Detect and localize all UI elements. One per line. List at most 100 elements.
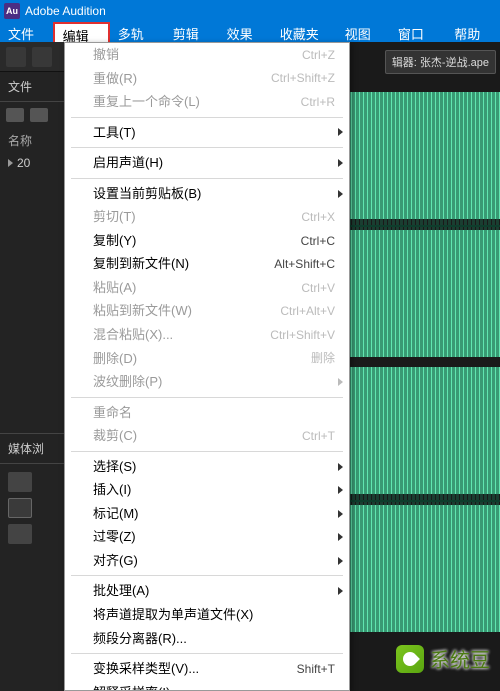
- menu-item[interactable]: 启用声道(H): [65, 151, 349, 175]
- titlebar: Au Adobe Audition: [0, 0, 500, 22]
- menu-item-shortcut: Ctrl+C: [301, 233, 335, 249]
- menu-item-shortcut: 删除: [311, 350, 335, 366]
- menu-item-label: 重复上一个命令(L): [93, 93, 200, 111]
- submenu-caret-icon: [338, 128, 343, 136]
- submenu-caret-icon: [338, 190, 343, 198]
- menu-收藏夹[interactable]: 收藏夹(R): [272, 22, 337, 42]
- menu-separator: [71, 451, 343, 452]
- menu-item-label: 对齐(G): [93, 552, 138, 570]
- app-icon: Au: [4, 3, 20, 19]
- menu-item[interactable]: 设置当前剪贴板(B): [65, 182, 349, 206]
- menu-帮助[interactable]: 帮助(H): [446, 22, 500, 42]
- multitrack-tool-icon[interactable]: [32, 47, 52, 67]
- menu-item[interactable]: 复制到新文件(N) Alt+Shift+C: [65, 252, 349, 276]
- file-tree-item[interactable]: 20: [0, 153, 64, 173]
- menu-item-shortcut: Ctrl+Z: [302, 47, 335, 63]
- submenu-caret-icon: [338, 159, 343, 167]
- submenu-caret-icon: [338, 557, 343, 565]
- menu-item-shortcut: Ctrl+Alt+V: [280, 303, 335, 319]
- body-area: 辑器: 张杰-逆战.ape 文件 名称 20 媒体浏 撤销Ctrl+Z重做: [0, 42, 500, 691]
- menu-item[interactable]: 过零(Z): [65, 525, 349, 549]
- menu-separator: [71, 178, 343, 179]
- open-file-icon[interactable]: [6, 108, 24, 122]
- menu-item[interactable]: 对齐(G): [65, 549, 349, 573]
- menu-item-label: 标记(M): [93, 505, 139, 523]
- menu-item-label: 复制(Y): [93, 232, 136, 250]
- editor-filename-tab[interactable]: 辑器: 张杰-逆战.ape: [385, 50, 496, 74]
- menu-剪辑[interactable]: 剪辑(C): [165, 22, 219, 42]
- files-panel-tab[interactable]: 文件: [0, 72, 64, 102]
- files-panel-toolbar: [0, 102, 64, 128]
- drive-icon[interactable]: [8, 524, 32, 544]
- menu-item-label: 重命名: [93, 404, 132, 422]
- watermark-logo-icon: [396, 645, 424, 673]
- menu-item: 粘贴(A)Ctrl+V: [65, 276, 349, 300]
- menu-item-label: 将声道提取为单声道文件(X): [93, 606, 253, 624]
- menu-item: 粘贴到新文件(W)Ctrl+Alt+V: [65, 299, 349, 323]
- menu-item-shortcut: Ctrl+X: [301, 209, 335, 225]
- menu-item-label: 复制到新文件(N): [93, 255, 189, 273]
- menu-separator: [71, 397, 343, 398]
- menu-item-label: 批处理(A): [93, 582, 149, 600]
- menu-item[interactable]: 复制(Y) Ctrl+C: [65, 229, 349, 253]
- menu-item-label: 裁剪(C): [93, 427, 137, 445]
- waveform-display[interactable]: [350, 92, 500, 632]
- submenu-caret-icon: [338, 533, 343, 541]
- menu-item[interactable]: 批处理(A): [65, 579, 349, 603]
- menu-item-shortcut: Alt+Shift+C: [274, 256, 335, 272]
- menu-窗口[interactable]: 窗口(W): [390, 22, 446, 42]
- menu-item-label: 波纹删除(P): [93, 373, 162, 391]
- name-column-header[interactable]: 名称: [0, 128, 64, 153]
- menu-效果[interactable]: 效果(S): [219, 22, 272, 42]
- menu-item[interactable]: 变换采样类型(V)...Shift+T: [65, 657, 349, 681]
- app-title: Adobe Audition: [25, 4, 106, 18]
- menu-separator: [71, 575, 343, 576]
- menu-item-label: 剪切(T): [93, 208, 136, 226]
- menu-item: 剪切(T) Ctrl+X: [65, 205, 349, 229]
- waveform-tool-icon[interactable]: [6, 47, 26, 67]
- menu-多轨[interactable]: 多轨(M): [110, 22, 165, 42]
- import-icon[interactable]: [8, 472, 32, 492]
- menu-item[interactable]: 频段分离器(R)...: [65, 627, 349, 651]
- add-favorite-icon[interactable]: [8, 498, 32, 518]
- record-icon[interactable]: [30, 108, 48, 122]
- menu-item[interactable]: 解释采样率(I)...: [65, 681, 349, 691]
- menu-item: 重命名: [65, 401, 349, 425]
- menu-item[interactable]: 选择(S): [65, 455, 349, 479]
- tree-item-label: 20: [17, 156, 30, 170]
- menu-item-shortcut: Shift+T: [297, 661, 335, 677]
- menu-item[interactable]: 将声道提取为单声道文件(X): [65, 603, 349, 627]
- waveform-left-channel: [350, 92, 500, 357]
- submenu-caret-icon: [338, 486, 343, 494]
- submenu-caret-icon: [338, 378, 343, 386]
- menu-separator: [71, 653, 343, 654]
- menu-item: 重做(R) Ctrl+Shift+Z: [65, 67, 349, 91]
- menu-item-label: 重做(R): [93, 70, 137, 88]
- media-browser-toolbar: [0, 464, 64, 552]
- menu-item-shortcut: Ctrl+T: [302, 428, 335, 444]
- menu-视图[interactable]: 视图(V): [337, 22, 390, 42]
- menu-item[interactable]: 工具(T): [65, 121, 349, 145]
- media-browser-tab[interactable]: 媒体浏: [0, 433, 64, 464]
- menu-item-shortcut: Ctrl+Shift+Z: [271, 70, 335, 86]
- menu-item: 撤销Ctrl+Z: [65, 43, 349, 67]
- menu-item-label: 启用声道(H): [93, 154, 163, 172]
- menu-编辑[interactable]: 编辑(E): [53, 22, 110, 42]
- menu-item: 裁剪(C) Ctrl+T: [65, 424, 349, 448]
- menu-item-shortcut: Ctrl+R: [301, 94, 335, 110]
- menu-item-label: 频段分离器(R)...: [93, 630, 187, 648]
- menu-separator: [71, 117, 343, 118]
- menu-item[interactable]: 插入(I): [65, 478, 349, 502]
- watermark: 系统豆: [396, 644, 490, 673]
- menu-item-label: 设置当前剪贴板(B): [93, 185, 201, 203]
- menu-item-label: 解释采样率(I)...: [93, 684, 181, 691]
- menu-item-shortcut: Ctrl+V: [301, 280, 335, 296]
- menu-item[interactable]: 标记(M): [65, 502, 349, 526]
- menu-item-label: 过零(Z): [93, 528, 136, 546]
- menu-文件[interactable]: 文件(F): [0, 22, 53, 42]
- menu-item: 混合粘贴(X)...Ctrl+Shift+V: [65, 323, 349, 347]
- toolbar: [0, 42, 64, 72]
- menu-item-label: 选择(S): [93, 458, 136, 476]
- submenu-caret-icon: [338, 510, 343, 518]
- expand-caret-icon: [8, 159, 13, 167]
